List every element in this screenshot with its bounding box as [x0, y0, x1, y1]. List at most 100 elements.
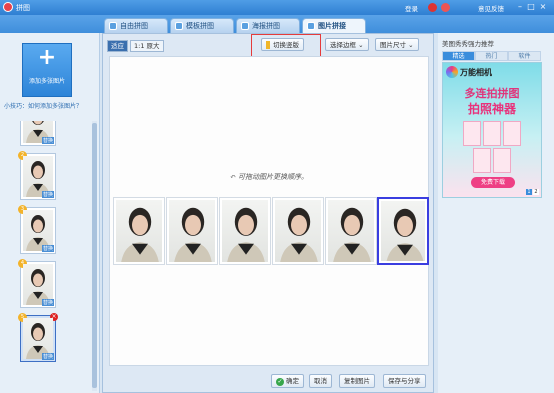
copy-label: 复制图片: [344, 377, 370, 385]
replace-tag[interactable]: 替换: [41, 137, 54, 144]
fit-zoom-button[interactable]: 适应: [107, 40, 128, 52]
title-bar: 拼图 登录 意见反馈 – □ ×: [0, 0, 554, 15]
image-list-panel: + 添加多张图片 小技巧：如何添加多张图片？ 替换 2 替换 3 替换 4 替换…: [0, 33, 100, 393]
thumbnail-item[interactable]: 4 替换: [18, 259, 56, 308]
tab-template-collage[interactable]: 模板拼图: [170, 18, 234, 33]
thumbnail-item[interactable]: 2 替换: [18, 151, 56, 200]
ad-photo: [503, 121, 521, 146]
photo-content: [381, 201, 425, 261]
actual-size-button[interactable]: 1:1 原大: [130, 40, 164, 52]
avatar-icon[interactable]: [428, 3, 437, 12]
save-label: 保存与分享: [388, 377, 421, 385]
stitched-photo[interactable]: [113, 197, 165, 265]
portrait-image: [333, 207, 371, 262]
photo-content: [328, 200, 374, 262]
portrait-image: [174, 207, 212, 262]
feedback-link[interactable]: 意见反馈: [478, 3, 504, 13]
ad-banner[interactable]: 万能相机 多连拍拼图 拍照神器 免费下载 12: [442, 62, 542, 198]
ad-page-1[interactable]: 1: [526, 189, 532, 195]
portrait-image: [280, 207, 318, 262]
thumbnail-list: 替换 2 替换 3 替换 4 替换 5 × 替换: [18, 121, 80, 393]
add-images-button[interactable]: + 添加多张图片: [22, 43, 72, 97]
recommend-panel: 美图秀秀强力推荐 精选 热门 软件 万能相机 多连拍拼图 拍照神器 免费下载 1…: [438, 33, 554, 393]
ad-pager: 12: [525, 189, 539, 195]
login-link[interactable]: 登录: [405, 3, 418, 13]
stitched-photo-selected[interactable]: [377, 197, 429, 265]
photo-content: [169, 200, 215, 262]
thumbnail-scrollbar[interactable]: [92, 121, 97, 391]
ad-photo-grid: [463, 121, 523, 173]
chevron-down-icon: ⌄: [408, 41, 414, 49]
photo-content: [116, 200, 162, 262]
tab-free-collage[interactable]: 自由拼图: [104, 18, 168, 33]
ad-photo: [473, 148, 491, 173]
thumbnail-item[interactable]: 3 替换: [18, 205, 56, 254]
tab-software[interactable]: 软件: [508, 51, 541, 61]
switch-vertical-button[interactable]: 切换竖版: [261, 38, 304, 51]
template-collage-icon: [175, 22, 183, 30]
stitched-photo[interactable]: [219, 197, 271, 265]
zoom-controls: 适应 1:1 原大: [107, 40, 166, 52]
tab-label: 海报拼图: [252, 22, 280, 30]
check-icon: ✓: [276, 378, 284, 386]
replace-tag[interactable]: 替换: [41, 353, 54, 360]
add-images-label: 添加多张图片: [28, 78, 65, 85]
ad-subheadline: 拍照神器: [467, 102, 516, 116]
thumbnail-item-selected[interactable]: 5 × 替换: [18, 313, 58, 362]
portrait-image: [227, 207, 265, 262]
plus-icon: +: [37, 45, 57, 70]
tab-hot[interactable]: 热门: [475, 51, 508, 61]
stitched-photo[interactable]: [272, 197, 324, 265]
ad-headline: 多连拍拼图: [464, 87, 520, 100]
tab-label: 图片拼接: [318, 22, 346, 30]
ad-photo: [463, 121, 481, 146]
copy-image-button[interactable]: 复制图片: [339, 374, 375, 388]
replace-tag[interactable]: 替换: [41, 245, 54, 252]
tab-image-stitch[interactable]: 图片拼接: [302, 18, 366, 33]
stitch-canvas[interactable]: ↶ 可拖动图片更换顺序。: [109, 56, 429, 366]
portrait-image: [121, 207, 159, 262]
stitched-photo-strip: [113, 197, 429, 267]
drag-hint: ↶ 可拖动图片更换顺序。: [229, 173, 309, 181]
scrollbar-thumb[interactable]: [92, 123, 97, 388]
replace-tag[interactable]: 替换: [41, 299, 54, 306]
image-size-label: 图片尺寸: [380, 41, 406, 49]
recommend-title: 美图秀秀强力推荐: [442, 40, 494, 48]
confirm-button[interactable]: ✓ 确定: [271, 374, 304, 388]
photo-content: [275, 200, 321, 262]
image-size-dropdown[interactable]: 图片尺寸 ⌄: [375, 38, 419, 51]
ad-brand: 万能相机: [460, 68, 492, 77]
ad-download-button[interactable]: 免费下载: [471, 177, 515, 188]
chevron-down-icon: ⌄: [358, 41, 364, 49]
stitched-photo[interactable]: [325, 197, 377, 265]
recommend-tabs: 精选 热门 软件: [442, 51, 542, 61]
ad-photo: [483, 121, 501, 146]
thumbnail-item[interactable]: 替换: [20, 121, 56, 146]
cancel-label: 取消: [314, 377, 327, 385]
replace-tag[interactable]: 替换: [41, 191, 54, 198]
canvas-area: 适应 1:1 原大 切换竖版 选择边框 ⌄ 图片尺寸 ⌄ ↶ 可拖动图片更换顺序。: [102, 33, 434, 393]
tab-poster-collage[interactable]: 海报拼图: [236, 18, 300, 33]
weibo-icon[interactable]: [441, 3, 450, 12]
tip-link[interactable]: 小技巧：如何添加多张图片？: [4, 101, 82, 110]
close-button[interactable]: ×: [538, 2, 548, 12]
confirm-label: 确定: [286, 377, 299, 385]
tab-label: 模板拼图: [186, 22, 214, 30]
tab-featured[interactable]: 精选: [442, 51, 475, 61]
cancel-button[interactable]: 取消: [309, 374, 332, 388]
tab-label: 自由拼图: [120, 22, 148, 30]
save-share-button[interactable]: 保存与分享: [383, 374, 426, 388]
free-collage-icon: [109, 22, 117, 30]
window-title: 拼图: [16, 4, 30, 12]
ad-page-2[interactable]: 2: [533, 189, 539, 195]
photo-content: [222, 200, 268, 262]
poster-collage-icon: [241, 22, 249, 30]
minimize-button[interactable]: –: [515, 2, 525, 12]
ad-photo: [493, 148, 511, 173]
app-logo-icon: [3, 2, 13, 12]
stitched-photo[interactable]: [166, 197, 218, 265]
switch-vertical-label: 切换竖版: [273, 41, 299, 49]
select-border-dropdown[interactable]: 选择边框 ⌄: [325, 38, 369, 51]
select-border-label: 选择边框: [330, 41, 356, 49]
maximize-button[interactable]: □: [526, 2, 536, 12]
